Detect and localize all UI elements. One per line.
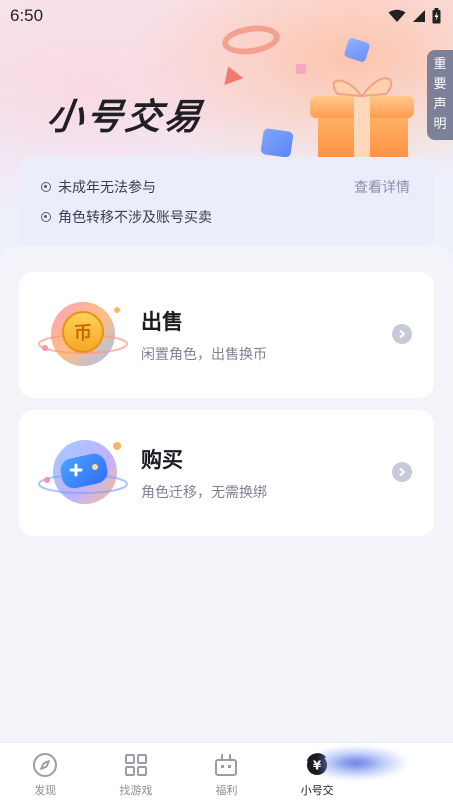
notice-item: 未成年无法参与 [41, 177, 156, 197]
decor-triangle [218, 63, 244, 85]
bottom-nav: 发现 找游戏 福利 ¥ 小号交 [0, 742, 453, 805]
side-button-char: 重 [433, 57, 447, 72]
bullet-icon [41, 212, 51, 222]
chevron-right-icon[interactable] [392, 324, 412, 344]
nav-label: 小号交 [300, 784, 334, 797]
status-icons [388, 8, 441, 24]
nav-label: 找游戏 [119, 784, 153, 797]
svg-text:¥: ¥ [313, 759, 322, 773]
side-button-char: 明 [433, 117, 447, 132]
notice-item: 角色转移不涉及账号买卖 [41, 207, 212, 227]
side-button-char: 要 [433, 77, 447, 92]
notice-text: 未成年无法参与 [58, 180, 156, 196]
important-notice-button[interactable]: 重 要 声 明 [427, 50, 453, 140]
status-bar: 6:50 [0, 0, 453, 32]
side-button-char: 声 [433, 97, 447, 112]
sell-card[interactable]: 币 出售 闲置角色，出售换币 [19, 272, 434, 398]
decor-cube [260, 128, 294, 158]
gamepad-icon [38, 440, 128, 504]
buy-subtitle: 角色迁移，无需换绑 [141, 485, 267, 501]
bullet-icon [41, 182, 51, 192]
svg-text:币: 币 [74, 323, 92, 344]
gift-robot-icon [215, 754, 238, 776]
nav-item-discover[interactable]: 发现 [0, 743, 91, 805]
status-time: 6:50 [10, 6, 44, 25]
battery-icon [432, 8, 441, 24]
sell-title: 出售 [141, 310, 183, 334]
coin-icon: 币 [38, 302, 128, 366]
grid-icon [124, 754, 147, 776]
yuan-exchange-icon: ¥ [306, 753, 328, 775]
nav-item-account-trade[interactable]: ¥ 小号交 [272, 743, 363, 805]
notice-card: 未成年无法参与 角色转移不涉及账号买卖 查看详情 [19, 157, 434, 247]
view-details-link[interactable]: 查看详情 [354, 177, 410, 197]
buy-title: 购买 [141, 448, 183, 472]
nav-item-find-games[interactable]: 找游戏 [91, 743, 182, 805]
nav-item-empty [362, 743, 453, 805]
sell-subtitle: 闲置角色，出售换币 [141, 347, 267, 363]
chevron-right-icon[interactable] [392, 462, 412, 482]
gift-box-icon [310, 77, 414, 166]
signal-icon [413, 10, 425, 22]
nav-label: 福利 [215, 784, 238, 797]
compass-icon [33, 753, 58, 777]
main-content: 币 出售 闲置角色，出售换币 购买 角色迁移，无需换绑 [0, 246, 453, 746]
nav-label: 发现 [34, 784, 57, 797]
buy-card[interactable]: 购买 角色迁移，无需换绑 [19, 410, 434, 536]
nav-item-welfare[interactable]: 福利 [181, 743, 272, 805]
wifi-icon [388, 9, 406, 22]
notice-text: 角色转移不涉及账号买卖 [58, 210, 212, 226]
banner-title: 小号交易 [44, 97, 207, 138]
